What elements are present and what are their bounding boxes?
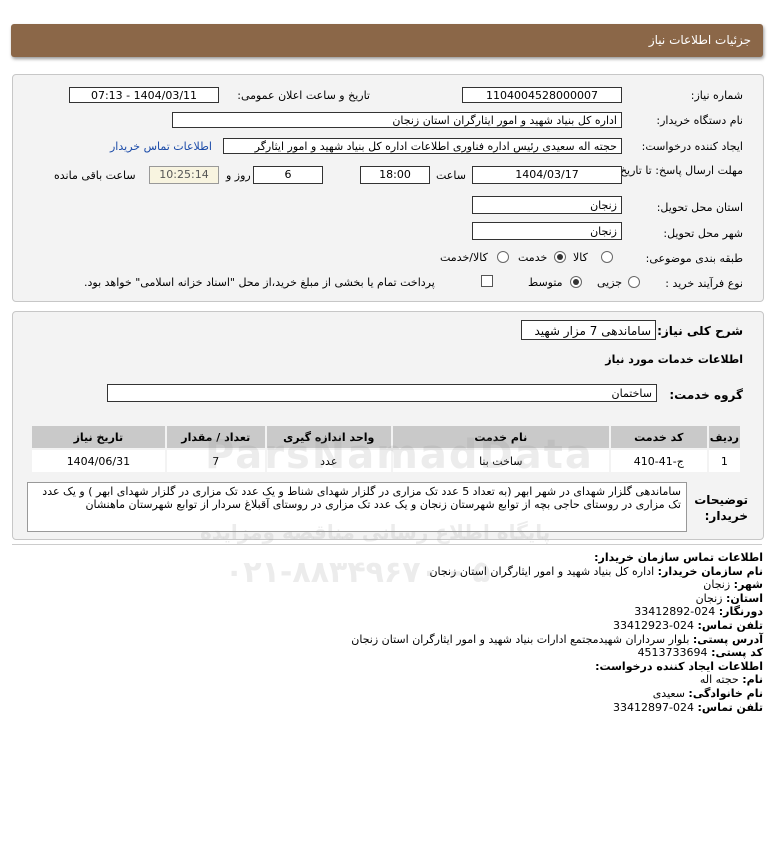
days-label: روز و: [226, 169, 251, 182]
city-label: شهر محل تحویل:: [663, 227, 743, 240]
creator-name-value: حجته اله: [699, 673, 739, 687]
category-goods-radio[interactable]: [601, 251, 613, 263]
contact-postal-row: کد پستی: 4513733694: [63, 646, 763, 660]
deadline-time-label: ساعت: [436, 169, 466, 182]
contact-fax-row: دورنگار: 024-33412892: [63, 605, 763, 619]
category-service-radio[interactable]: [554, 251, 566, 263]
description-label: توضیحات خریدار:: [694, 493, 748, 523]
creator-phone-label: تلفن تماس:: [697, 700, 763, 714]
services-table: ردیف کد خدمت نام خدمت واحد اندازه گیری ت…: [30, 424, 742, 474]
treasury-payment-checkbox[interactable]: [481, 275, 493, 287]
buyer-contact-section: اطلاعات تماس سازمان خریدار: نام سازمان خ…: [63, 551, 763, 714]
contact-address-label: آدرس پستی:: [692, 632, 763, 646]
table-cell-name: ساخت بنا: [392, 450, 609, 472]
description-field: ساماندهی گلزار شهدای در شهر ابهر (به تعد…: [27, 482, 687, 532]
category-goods-service-label: کالا/خدمت: [440, 251, 488, 264]
col-date-header: تاریخ نیاز: [32, 426, 165, 448]
payment-note: پرداخت تمام یا بخشی از مبلغ خرید،از محل …: [84, 276, 435, 289]
col-row-header: ردیف: [708, 426, 740, 448]
category-label: طبقه بندی موضوعی:: [645, 252, 743, 265]
contact-phone-row: تلفن تماس: 024-33412923: [63, 619, 763, 633]
page-header: جزئیات اطلاعات نیاز: [11, 24, 763, 57]
contact-phone-value: 024-33412923: [613, 618, 695, 632]
need-number-field: 1104004528000007: [462, 87, 622, 103]
contact-province-row: استان: زنجان: [63, 592, 763, 606]
service-group-field: ساختمان: [107, 384, 657, 402]
contact-address-value: بلوار سرداران شهیدمجتمع ادارات بنیاد شهی…: [351, 632, 690, 646]
process-label: نوع فرآیند خرید :: [665, 277, 743, 290]
process-minor-radio[interactable]: [628, 276, 640, 288]
table-cell-code: ج-41-410: [610, 450, 707, 472]
process-medium-radio[interactable]: [570, 276, 582, 288]
contact-address-row: آدرس پستی: بلوار سرداران شهیدمجتمع ادارا…: [63, 633, 763, 647]
contact-org-row: نام سازمان خریدار: اداره کل بنیاد شهید و…: [63, 565, 763, 579]
contact-province-value: زنجان: [695, 591, 723, 605]
province-label: استان محل تحویل:: [656, 201, 743, 214]
creator-field: حجته اله سعیدی رئیس اداره فناوری اطلاعات…: [223, 138, 622, 154]
creator-family-row: نام خانوادگی: سعیدی: [63, 687, 763, 701]
col-code-header: کد خدمت: [610, 426, 707, 448]
service-group-label: گروه خدمت:: [669, 388, 743, 402]
divider: [12, 544, 762, 545]
creator-name-label: نام:: [742, 673, 763, 687]
city-field: زنجان: [472, 222, 622, 240]
contact-postal-value: 4513733694: [637, 646, 708, 660]
creator-heading: اطلاعات ایجاد کننده درخواست:: [595, 659, 763, 673]
buyer-org-label: نام دستگاه خریدار:: [656, 114, 743, 127]
table-cell-row: 1: [708, 450, 740, 472]
deadline-date-field: 1404/03/17: [472, 166, 622, 184]
announce-date-field: 1404/03/11 - 07:13: [69, 87, 219, 103]
province-field: زنجان: [472, 196, 622, 214]
buyer-contact-link[interactable]: اطلاعات تماس خریدار: [110, 140, 212, 153]
contact-org-value: اداره کل بنیاد شهید و امور ایثارگران است…: [429, 564, 655, 578]
table-row: 1 ج-41-410 ساخت بنا عدد 7 1404/06/31: [32, 450, 740, 472]
services-heading: اطلاعات خدمات مورد نیاز: [605, 353, 743, 366]
need-info-panel: [12, 74, 764, 302]
page-title: جزئیات اطلاعات نیاز: [648, 33, 751, 47]
days-remaining-field: 6: [253, 166, 323, 184]
contact-province-label: استان:: [726, 591, 763, 605]
contact-fax-value: 024-33412892: [634, 605, 716, 619]
process-medium-label: متوسط: [528, 276, 563, 289]
contact-phone-label: تلفن تماس:: [697, 618, 763, 632]
creator-family-value: سعیدی: [652, 686, 685, 700]
contact-city-row: شهر: زنجان: [63, 578, 763, 592]
category-service-label: خدمت: [518, 251, 548, 264]
contact-org-label: نام سازمان خریدار:: [657, 564, 763, 578]
table-cell-qty: 7: [166, 450, 265, 472]
creator-name-row: نام: حجته اله: [63, 673, 763, 687]
summary-label: شرح کلی نیاز:: [657, 324, 743, 338]
need-number-label: شماره نیاز:: [690, 89, 743, 102]
creator-phone-value: 024-33412897: [613, 700, 695, 714]
table-cell-unit: عدد: [266, 450, 391, 472]
contact-fax-label: دورنگار:: [718, 605, 763, 619]
contact-heading: اطلاعات تماس سازمان خریدار:: [594, 551, 763, 564]
contact-heading-row: اطلاعات تماس سازمان خریدار:: [63, 551, 763, 565]
deadline-label: مهلت ارسال پاسخ: تا تاریخ:: [616, 164, 743, 177]
contact-postal-label: کد پستی:: [711, 646, 763, 660]
summary-field: ساماندهی 7 مزار شهید: [521, 320, 656, 340]
remaining-time-label: ساعت باقی مانده: [54, 169, 136, 182]
table-header-row: ردیف کد خدمت نام خدمت واحد اندازه گیری ت…: [32, 426, 740, 448]
col-unit-header: واحد اندازه گیری: [266, 426, 391, 448]
contact-city-label: شهر:: [733, 578, 763, 592]
creator-heading-row: اطلاعات ایجاد کننده درخواست:: [63, 660, 763, 674]
buyer-org-field: اداره کل بنیاد شهید و امور ایثارگران است…: [172, 112, 622, 128]
category-goods-service-radio[interactable]: [497, 251, 509, 263]
process-minor-label: جزیی: [597, 276, 623, 289]
creator-family-label: نام خانوادگی:: [688, 686, 763, 700]
creator-label: ایجاد کننده درخواست:: [641, 140, 743, 153]
deadline-time-field: 18:00: [360, 166, 430, 184]
col-name-header: نام خدمت: [392, 426, 609, 448]
category-goods-label: کالا: [573, 251, 588, 264]
col-qty-header: تعداد / مقدار: [166, 426, 265, 448]
announce-date-label: تاریخ و ساعت اعلان عمومی:: [237, 89, 370, 102]
remaining-time-field: 10:25:14: [149, 166, 219, 184]
table-cell-date: 1404/06/31: [32, 450, 165, 472]
contact-city-value: زنجان: [703, 578, 731, 592]
creator-phone-row: تلفن تماس: 024-33412897: [63, 701, 763, 715]
